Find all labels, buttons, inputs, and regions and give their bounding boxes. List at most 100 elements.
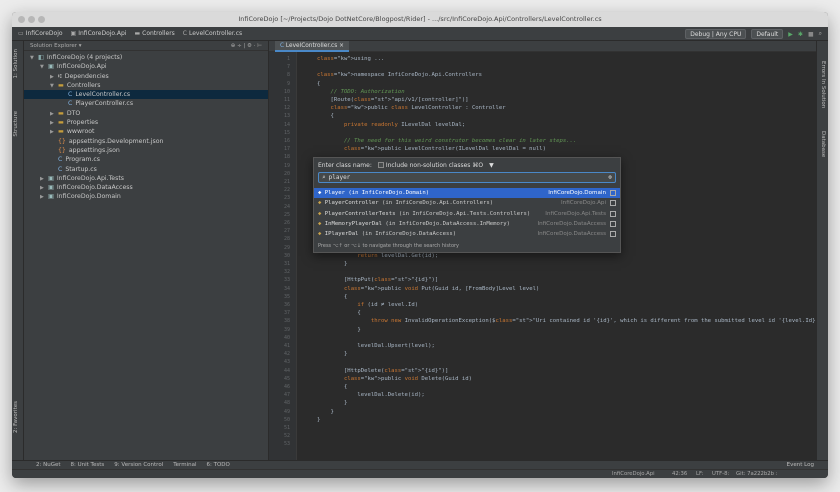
errors-tool-tab[interactable]: Errors In Solution <box>820 61 826 108</box>
line-number: 53 <box>283 441 290 448</box>
status-encoding[interactable]: UTF-8: <box>712 471 729 477</box>
code-line: throw new InvalidOperationException($cla… <box>370 318 816 325</box>
class-namespace: (in InfiCoreDojo.DataAccess.InMemory) <box>382 220 510 227</box>
code-line: } <box>317 261 348 267</box>
tab-level-controller[interactable]: C LevelController.cs × <box>275 41 349 52</box>
line-number: 26 <box>283 220 290 226</box>
explorer-gear-icon[interactable]: ⊕ ÷ | ⚙ · ⊢ <box>231 41 262 51</box>
tree-item[interactable]: ▶ ▬ DTO <box>24 109 268 118</box>
expand-arrow-icon[interactable]: ▶ <box>40 193 48 202</box>
csharp-file-icon: C <box>68 91 73 99</box>
folder-icon: ▭ <box>18 30 24 37</box>
favorites-tool-tab[interactable]: 2: Favorites <box>13 401 19 433</box>
line-number: 33 <box>283 277 290 284</box>
code-line: class="kw">public void Put(Guid id, [Fro… <box>343 285 540 292</box>
class-search-input[interactable]: ⌕ player ⊗ <box>318 172 616 183</box>
tree-item[interactable]: C LevelController.cs <box>24 90 268 100</box>
line-number: 46 <box>283 384 290 390</box>
tree-item[interactable]: ▼ ▣ InfiCoreDojo.Api <box>24 62 268 71</box>
tool-tab-todo[interactable]: 6: TODO <box>206 462 229 468</box>
tree-item[interactable]: ▶ ▣ InfiCoreDojo.Domain <box>24 192 268 201</box>
class-project: InfiCoreDojo.Api <box>561 200 606 207</box>
tree-item[interactable]: {} appsettings.json <box>24 146 268 155</box>
include-non-solution-checkbox[interactable]: Include non-solution classes ⌘O <box>377 162 483 169</box>
tool-tab-nuget[interactable]: 2: NuGet <box>36 462 61 468</box>
right-tool-stripe: Errors In Solution Database <box>816 41 828 460</box>
tree-item[interactable]: ▶ ▬ Properties <box>24 118 268 127</box>
zoom-window-button[interactable] <box>38 16 45 23</box>
search-icon[interactable]: ⌕ <box>819 30 822 38</box>
tree-item[interactable]: ▶ ▣ InfiCoreDojo.Api.Tests <box>24 174 268 183</box>
tree-item[interactable]: ▼ ◧ InfiCoreDojo (4 projects) <box>24 53 268 62</box>
line-number: 36 <box>283 302 290 308</box>
solution-tree: ▼ ◧ InfiCoreDojo (4 projects) ▼ ▣ InfiCoreDoj… <box>24 51 268 202</box>
folder-icon: ▬ <box>134 30 141 37</box>
close-window-button[interactable] <box>18 16 25 23</box>
tool-tab-terminal[interactable]: Terminal <box>173 462 196 468</box>
line-number: 40 <box>283 334 290 341</box>
search-icon: ⌕ <box>322 174 326 181</box>
run-icon[interactable]: ▶ <box>788 31 793 38</box>
line-number: 32 <box>283 269 290 276</box>
tree-item[interactable]: C PlayerController.cs <box>24 99 268 108</box>
class-result-item[interactable]: ◆ InMemoryPlayerDal (in InfiCoreDojo.Dat… <box>314 219 620 229</box>
breadcrumb-item[interactable]: C LevelController.cs <box>183 30 242 37</box>
breadcrumb-item[interactable]: ▬ Controllers <box>134 30 174 37</box>
line-number: 43 <box>283 359 290 366</box>
code-line: [Route(class="st">"api/v1/[controller]")… <box>317 97 469 103</box>
solution-tool-tab[interactable]: 1: Solution <box>13 49 19 79</box>
build-config-select[interactable]: Debug | Any CPU <box>685 29 747 39</box>
goto-class-popup: Enter class name: Include non-solution c… <box>313 157 621 253</box>
code-area[interactable]: class="kw">using ... class="kw">namespace… <box>317 52 816 460</box>
line-number: 27 <box>283 228 290 235</box>
tool-tab-version-control[interactable]: 9: Version Control <box>114 462 163 468</box>
solution-explorer: Solution Explorer ▾ ⊕ ÷ | ⚙ · ⊢ ▼ ◧ InfiCo… <box>24 41 269 460</box>
debug-icon[interactable]: ✱ <box>798 31 803 38</box>
class-result-item[interactable]: ◆ Player (in InfiCoreDojo.Domain) InfiCor… <box>314 188 620 198</box>
line-number: 29 <box>283 244 290 251</box>
stop-icon[interactable]: ■ <box>808 31 814 38</box>
explorer-title[interactable]: Solution Explorer <box>30 43 77 49</box>
tree-item[interactable]: ▶ ▬ wwwroot <box>24 127 268 136</box>
breadcrumb-item[interactable]: ▭ InfiCoreDojo <box>18 30 63 37</box>
run-profile-select[interactable]: Default <box>751 29 784 39</box>
tree-item[interactable]: C Program.cs <box>24 155 268 164</box>
tree-item-label: appsettings.json <box>68 146 120 154</box>
tree-item[interactable]: {} appsettings.Development.json <box>24 137 268 146</box>
project-icon <box>610 231 616 238</box>
tree-item[interactable]: ▶ ▣ InfiCoreDojo.DataAccess <box>24 183 268 192</box>
code-line: return levelDal.Get(id); <box>357 252 439 259</box>
class-result-item[interactable]: ◆ PlayerController (in InfiCoreDojo.Api.… <box>314 198 620 208</box>
code-line: { <box>317 80 321 87</box>
project-icon: ▣ <box>48 174 54 182</box>
status-git-branch[interactable]: Git: 7a222b2b : <box>736 471 777 477</box>
line-number: 49 <box>283 408 290 415</box>
tree-item[interactable]: C Startup.cs <box>24 165 268 174</box>
json-file-icon: {} <box>58 146 66 154</box>
clear-icon[interactable]: ⊗ <box>608 174 612 181</box>
class-result-item[interactable]: ◆ IPlayerDal (in InfiCoreDojo.DataAccess… <box>314 229 620 239</box>
breadcrumb-item[interactable]: ▣ InfiCoreDojo.Api <box>71 30 127 37</box>
tree-item[interactable]: ▼ ▬ Controllers <box>24 81 268 90</box>
filter-icon[interactable]: ▼ <box>489 162 494 169</box>
line-number: 45 <box>283 375 290 382</box>
status-line-separator[interactable]: LF: <box>696 471 703 477</box>
line-number: 7 <box>286 64 290 71</box>
line-number: 1 <box>286 56 290 62</box>
tool-tab-unit-tests[interactable]: 8: Unit Tests <box>71 462 105 468</box>
minimize-window-button[interactable] <box>28 16 35 23</box>
code-line: [HttpPut(class="st">"{id}")] <box>317 277 439 284</box>
search-query: player <box>328 174 351 181</box>
tree-item[interactable]: ▶ ⑆ Dependencies <box>24 72 268 81</box>
status-project[interactable]: InfiCoreDojo.Api <box>612 471 655 477</box>
line-number: 10 <box>283 88 290 95</box>
result-list: ◆ Player (in InfiCoreDojo.Domain) InfiCor… <box>314 188 620 240</box>
popup-title: Enter class name: <box>318 161 372 169</box>
class-result-item[interactable]: ◆ PlayerControllerTests (in InfiCoreDojo… <box>314 209 620 219</box>
class-name: Player <box>324 190 345 196</box>
database-tool-tab[interactable]: Database <box>820 131 826 157</box>
structure-tool-tab[interactable]: Structure <box>13 111 19 137</box>
event-log-button[interactable]: Event Log <box>787 462 814 468</box>
line-number: 34 <box>283 285 290 292</box>
status-position[interactable]: 42:36 <box>672 471 687 477</box>
